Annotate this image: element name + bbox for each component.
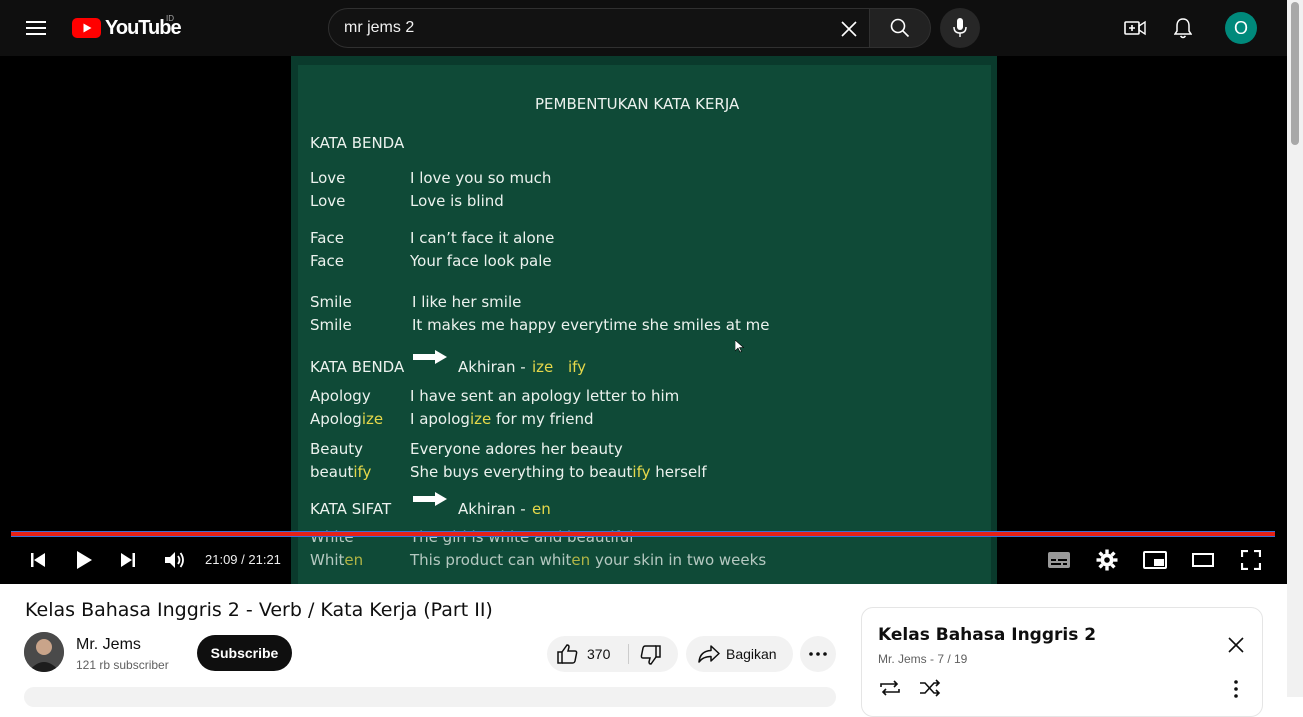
miniplayer-icon[interactable]	[1141, 546, 1169, 574]
slide-sentence: I can’t face it alone	[410, 229, 555, 247]
playlist-meta: Mr. Jems - 7 / 19	[878, 652, 968, 666]
divider	[628, 644, 629, 664]
theater-mode-icon[interactable]	[1189, 546, 1217, 574]
right-arrow-icon	[413, 350, 447, 364]
more-actions-button[interactable]	[800, 636, 836, 672]
time-display: 21:09 / 21:21	[205, 552, 281, 567]
masthead: YouTube ID O	[0, 0, 1287, 56]
close-playlist-icon[interactable]	[1224, 633, 1248, 657]
account-avatar[interactable]: O	[1225, 12, 1257, 44]
slide-word: Love	[310, 192, 346, 210]
voice-search-button[interactable]	[940, 8, 980, 48]
like-button[interactable]	[557, 644, 579, 667]
slide-sentence: I like her smile	[412, 293, 522, 311]
youtube-logo[interactable]: YouTube	[72, 17, 182, 39]
description-box[interactable]	[24, 687, 836, 707]
slide-section-heading: KATA SIFAT	[310, 500, 392, 518]
slide-word: Apologize	[310, 410, 384, 428]
thumbs-down-icon	[640, 645, 661, 665]
progress-bar[interactable]	[11, 531, 1275, 537]
playlist-title[interactable]: Kelas Bahasa Inggris 2	[878, 625, 1096, 645]
slide-sentence: I have sent an apology letter to him	[410, 387, 680, 405]
suffix-en: en	[532, 500, 551, 518]
microphone-icon	[953, 18, 967, 37]
slide-word: Smile	[310, 316, 352, 334]
menu-icon[interactable]	[24, 16, 48, 40]
channel-avatar[interactable]	[24, 632, 64, 672]
slide-word: Smile	[310, 293, 352, 311]
mouse-cursor-icon	[735, 340, 744, 353]
subscribe-button[interactable]: Subscribe	[197, 635, 292, 671]
share-label: Bagikan	[726, 646, 777, 662]
slide-sentence: I apologize for my friend	[410, 410, 594, 428]
slide-sentence: Your face look pale	[410, 252, 552, 270]
video-title: Kelas Bahasa Inggris 2 - Verb / Kata Ker…	[25, 599, 493, 621]
right-arrow-icon	[413, 492, 447, 506]
slide-word: Face	[310, 252, 344, 270]
loop-playlist-icon[interactable]	[877, 677, 903, 699]
next-video-icon[interactable]	[114, 546, 142, 574]
slide-sentence: She buys everything to beautify herself	[410, 463, 707, 481]
scrollbar-thumb[interactable]	[1291, 2, 1299, 145]
settings-gear-icon[interactable]	[1093, 546, 1121, 574]
like-dislike-group	[547, 636, 678, 672]
slide-sentence: I love you so much	[410, 169, 552, 187]
subscriber-count: 121 rb subscriber	[76, 658, 169, 672]
like-count: 370	[587, 646, 611, 662]
more-horizontal-icon	[809, 652, 827, 656]
slide-word: beautify	[310, 463, 372, 481]
slide-word: Love	[310, 169, 346, 187]
country-code: ID	[166, 14, 174, 23]
search-box	[328, 8, 870, 48]
slide-board: PEMBENTUKAN KATA KERJA KATA BENDA Love I…	[298, 65, 991, 584]
fullscreen-icon[interactable]	[1237, 546, 1265, 574]
clear-search-icon[interactable]	[837, 17, 861, 41]
slide-section-heading: KATA BENDA	[310, 358, 405, 376]
dislike-button[interactable]	[639, 645, 661, 668]
channel-name[interactable]: Mr. Jems	[76, 636, 141, 654]
youtube-play-logo-icon	[72, 18, 101, 38]
create-video-icon[interactable]	[1122, 16, 1148, 40]
play-icon[interactable]	[70, 546, 98, 574]
search-icon	[890, 18, 910, 38]
slide-sentence: Everyone adores her beauty	[410, 440, 623, 458]
slide-word: Whiten	[310, 551, 364, 569]
video-player[interactable]: PEMBENTUKAN KATA KERJA KATA BENDA Love I…	[0, 56, 1287, 584]
suffix-ify: ify	[568, 358, 587, 376]
video-frame-slide: PEMBENTUKAN KATA KERJA KATA BENDA Love I…	[291, 56, 997, 584]
notifications-bell-icon[interactable]	[1171, 16, 1195, 40]
slide-sentence: Love is blind	[410, 192, 504, 210]
slide-sentence: This product can whiten your skin in two…	[410, 551, 767, 569]
suffix-label: Akhiran -	[458, 500, 526, 518]
slide-word: Apology	[310, 387, 371, 405]
suffix-ize: ize	[532, 358, 554, 376]
search-input[interactable]	[344, 9, 824, 47]
shuffle-playlist-icon[interactable]	[917, 677, 943, 699]
slide-section-heading: KATA BENDA	[310, 134, 405, 152]
search-button[interactable]	[869, 8, 931, 48]
previous-video-icon[interactable]	[24, 546, 52, 574]
slide-word: Face	[310, 229, 344, 247]
slide-title: PEMBENTUKAN KATA KERJA	[535, 95, 740, 113]
subtitles-icon[interactable]	[1045, 546, 1073, 574]
suffix-label: Akhiran -	[458, 358, 526, 376]
slide-word: Beauty	[310, 440, 363, 458]
thumbs-up-icon	[557, 644, 578, 664]
volume-icon[interactable]	[161, 546, 189, 574]
playlist-more-icon[interactable]	[1226, 679, 1246, 699]
share-icon	[698, 645, 720, 663]
slide-sentence: It makes me happy everytime she smiles a…	[412, 316, 770, 334]
